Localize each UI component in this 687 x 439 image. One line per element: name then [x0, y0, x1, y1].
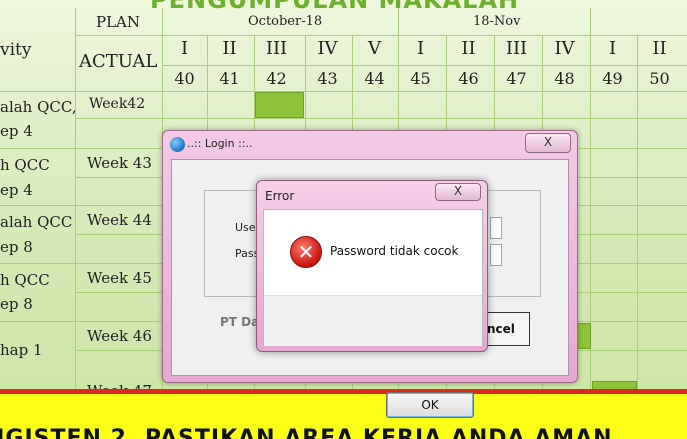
warning-band: NGISTEN 2. PASTIKAN AREA KERJA ANDA AMAN [0, 394, 687, 439]
week-number-label: 42 [266, 69, 287, 88]
week-plan-cell: Week 46 [87, 327, 152, 345]
week-roman-label: I [416, 38, 425, 59]
week-roman-label: II [461, 38, 476, 59]
activity-cell: h QCC [0, 271, 50, 289]
error-icon: ✕ [290, 236, 322, 268]
week-number-label: 50 [649, 69, 670, 88]
username-field[interactable] [490, 217, 502, 239]
week-number-label: 43 [317, 69, 338, 88]
grid-line [75, 118, 687, 119]
week-plan-cell: Week 44 [87, 211, 152, 229]
week-number-label: 41 [219, 69, 240, 88]
month-header-october: October-18 [248, 14, 323, 29]
grid-line [0, 91, 687, 92]
error-dialog-body: ✕ Password tidak cocok OK [263, 209, 483, 418]
week-plan-cell: Week 43 [87, 154, 152, 172]
sheet-banner: PENGUMPULAN MAKALAH [150, 0, 520, 14]
grid-line [75, 35, 687, 36]
activity-cell: alah QCC [0, 213, 73, 231]
globe-icon [170, 137, 185, 152]
grid-line [75, 8, 76, 398]
activity-cell: h QCC [0, 156, 50, 174]
grid-line [162, 65, 687, 66]
week-roman-label: II [222, 38, 237, 59]
week-roman-label: IV [554, 38, 575, 59]
week-roman-label: II [652, 38, 667, 59]
week-number-label: 49 [602, 69, 623, 88]
week-number-label: 48 [554, 69, 575, 88]
activity-header: vity [0, 40, 32, 60]
activity-cell: ep 8 [0, 295, 33, 313]
week-roman-label: V [368, 38, 381, 59]
progress-fill-cell [576, 323, 591, 349]
week-number-label: 45 [410, 69, 431, 88]
grid-line [637, 35, 638, 425]
error-dialog-title: Error [265, 189, 295, 203]
activity-cell: hap 1 [0, 341, 43, 359]
plan-header: PLAN [96, 13, 141, 31]
company-label: PT Da [220, 315, 260, 329]
week-plan-cell: Week42 [89, 96, 146, 112]
progress-fill-cell [255, 92, 304, 118]
week-number-label: 46 [458, 69, 479, 88]
activity-cell: alah QCC, [0, 98, 77, 116]
month-header-november: 18-Nov [473, 14, 521, 29]
password-field[interactable] [490, 244, 502, 266]
error-dialog-footer: OK [264, 295, 482, 418]
week-number-label: 44 [364, 69, 385, 88]
week-roman-label: I [180, 38, 189, 59]
error-close-button[interactable]: X [435, 183, 481, 201]
activity-cell: ep 8 [0, 238, 33, 256]
warning-band-text: NGISTEN 2. PASTIKAN AREA KERJA ANDA AMAN [0, 426, 613, 439]
error-dialog: Error X ✕ Password tidak cocok OK [256, 180, 488, 418]
week-roman-label: IV [317, 38, 338, 59]
week-roman-label: III [505, 38, 528, 59]
week-number-label: 40 [174, 69, 195, 88]
actual-header: ACTUAL [79, 51, 158, 72]
week-plan-cell: Week 45 [87, 269, 152, 287]
login-window-title: ..:: Login ::.. [187, 137, 253, 150]
week-roman-label: I [608, 38, 617, 59]
week-number-label: 47 [506, 69, 527, 88]
login-close-button[interactable]: X [525, 133, 571, 153]
ok-button[interactable]: OK [386, 392, 474, 418]
week-roman-label: III [265, 38, 288, 59]
error-message: Password tidak cocok [330, 244, 459, 258]
activity-cell: ep 4 [0, 122, 33, 140]
activity-cell: ep 4 [0, 181, 33, 199]
